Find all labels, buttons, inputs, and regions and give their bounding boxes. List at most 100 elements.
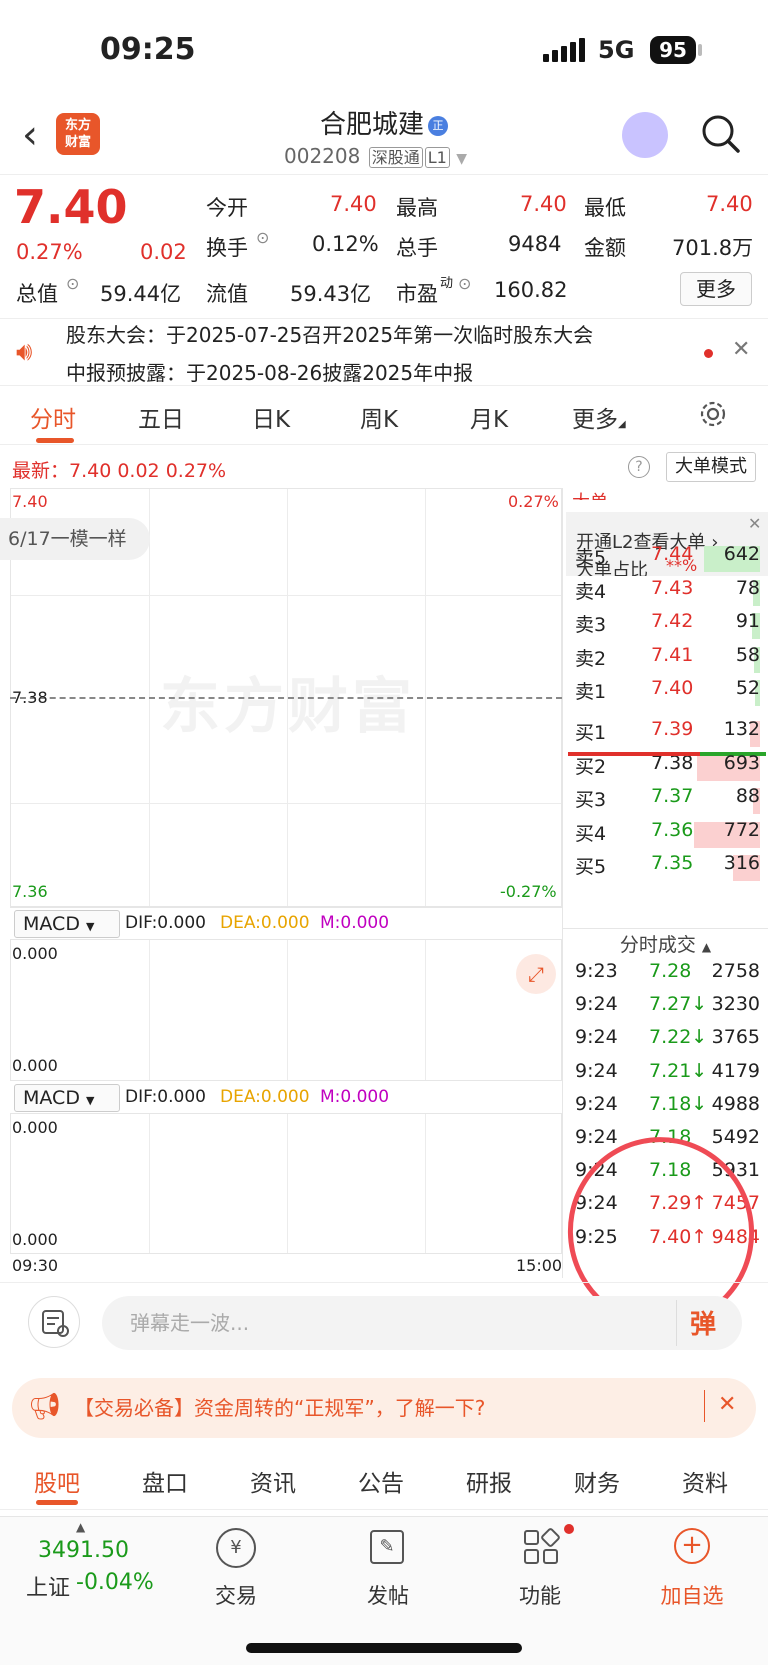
bid-price: 7.39 <box>651 718 694 740</box>
pe-label: 市盈 <box>396 282 438 306</box>
stock-name: 合肥城建 <box>319 110 424 140</box>
tab-intraday[interactable]: 分时 <box>30 400 76 434</box>
trade-time: 9:24 <box>575 993 618 1016</box>
tick-trades-header[interactable]: 分时成交 ▲ <box>563 930 768 957</box>
trade-time: 9:24 <box>575 1026 618 1049</box>
ask-price: 7.42 <box>651 610 694 632</box>
promo-banner[interactable]: 【交易必备】资金周转的“正规军”，了解一下? <box>12 1378 756 1438</box>
bid-price: 7.37 <box>651 785 694 807</box>
dropdown-icon: ▼ <box>456 151 467 167</box>
tab-news[interactable]: 资讯 <box>250 1464 296 1498</box>
macd2-top: 0.000 <box>12 1118 58 1137</box>
battery-icon: 95 <box>650 36 696 64</box>
tab-finance[interactable]: 财务 <box>574 1464 620 1498</box>
nav-function[interactable]: 功能 <box>490 1580 590 1610</box>
tab-more[interactable]: 更多◢ <box>572 400 626 434</box>
function-grid-icon[interactable] <box>522 1528 560 1566</box>
macd-panel-2[interactable] <box>10 1114 562 1254</box>
trade-price: 7.28 <box>649 960 692 982</box>
macd-label: MACD <box>23 913 80 935</box>
info-icon[interactable]: ⊙ <box>256 228 269 247</box>
nav-post[interactable]: 发帖 <box>338 1580 438 1610</box>
verified-badge: 正 <box>428 115 448 136</box>
turnover-label: 换手 <box>206 236 248 260</box>
macd1-top: 0.000 <box>12 944 58 963</box>
close-icon[interactable]: ✕ <box>718 1392 736 1417</box>
pe-value: 160.82 <box>494 278 568 302</box>
nav-add-watchlist[interactable]: 加自选 <box>642 1580 742 1610</box>
bid-volume: 88 <box>735 785 760 807</box>
trade-time: 9:24 <box>575 1059 618 1082</box>
ask-volume: 91 <box>735 610 760 632</box>
tab-research[interactable]: 研报 <box>466 1464 512 1498</box>
tick-trades-title: 分时成交 <box>619 934 696 956</box>
y-top-label: 7.40 <box>12 492 48 511</box>
change-pct: 0.27% <box>16 240 83 264</box>
megaphone-icon: 📢︎ <box>28 1392 62 1422</box>
amount-label: 金额 <box>584 236 626 260</box>
amount-value: 701.8万 <box>672 236 754 260</box>
info-icon[interactable]: ⊙ <box>66 274 79 293</box>
trade-time: 9:24 <box>575 1092 618 1115</box>
trade-row: 9:24 7.18↓ 4988 <box>563 1093 768 1126</box>
more-button[interactable]: 更多 <box>680 272 752 306</box>
ask-row: 卖4 7.43 78 <box>563 577 768 610</box>
trade-row: 9:24 7.22↓ 3765 <box>563 1026 768 1059</box>
tab-profile[interactable]: 资料 <box>682 1464 728 1498</box>
turnover-value: 0.12% <box>312 232 379 256</box>
trade-icon[interactable]: ¥ <box>216 1528 256 1568</box>
high-value: 7.40 <box>520 192 567 216</box>
search-icon[interactable] <box>700 113 742 155</box>
mcap-label: 总值 <box>16 282 58 306</box>
dif-value: DIF:0.000 <box>125 1087 206 1107</box>
assistant-robot-icon[interactable] <box>622 112 668 158</box>
tab-weekly-k[interactable]: 周K <box>360 400 398 434</box>
info-icon[interactable]: ⊙ <box>458 274 471 293</box>
bid-row: 买5 7.35 316 <box>563 852 768 885</box>
tab-announce[interactable]: 公告 <box>358 1464 404 1498</box>
ask-label: 卖1 <box>575 681 607 703</box>
pattern-tip[interactable]: 6/17一模一样 <box>0 518 150 560</box>
ask-row: 卖1 7.40 52 <box>563 677 768 710</box>
tab-five-day[interactable]: 五日 <box>138 400 184 434</box>
big-order-mode-button[interactable]: 大单模式 <box>666 452 756 482</box>
float-value: 59.43亿 <box>290 282 372 306</box>
comment-list-icon[interactable] <box>28 1296 80 1348</box>
danmaku-input[interactable]: 弹幕走一波... <box>102 1296 742 1350</box>
bid-price: 7.35 <box>651 852 694 874</box>
expand-icon[interactable]: ⤢ <box>516 954 556 994</box>
pct-top-label: 0.27% <box>508 492 559 511</box>
expand-up-icon[interactable]: ▲ <box>76 1520 85 1534</box>
gear-icon[interactable] <box>698 399 728 429</box>
ask-row: 卖5 7.44 642 <box>563 543 768 576</box>
time-end: 15:00 <box>516 1256 563 1275</box>
ask-volume: 642 <box>723 543 760 565</box>
macd-panel-1[interactable] <box>10 940 562 1080</box>
stock-code-row[interactable]: 002208 深股通 L1 ▼ <box>284 144 467 168</box>
index-name: 上证 <box>26 1576 71 1601</box>
tab-monthly-k[interactable]: 月K <box>470 400 508 434</box>
indicator-select[interactable]: MACD ▼ <box>14 910 120 938</box>
tab-guba[interactable]: 股吧 <box>34 1464 80 1498</box>
latest-quote: 最新：7.40 0.02 0.27% <box>12 460 227 482</box>
ask-volume: 52 <box>735 677 760 699</box>
macd-label: MACD <box>23 1087 80 1109</box>
index-value[interactable]: 3491.50 <box>38 1538 129 1563</box>
tab-pankou[interactable]: 盘口 <box>142 1464 188 1498</box>
post-icon[interactable]: ✎ <box>370 1530 404 1564</box>
ask-row: 卖3 7.42 91 <box>563 610 768 643</box>
close-icon[interactable]: ✕ <box>732 337 750 362</box>
tab-daily-k[interactable]: 日K <box>252 400 290 434</box>
danmaku-toggle-icon[interactable]: 弹 <box>690 1304 716 1341</box>
add-watchlist-icon[interactable]: + <box>674 1528 710 1564</box>
stock-code: 002208 <box>284 144 361 168</box>
help-icon[interactable]: ? <box>628 456 650 478</box>
trade-price: 7.22↓ <box>649 1026 708 1049</box>
nav-trade[interactable]: 交易 <box>186 1580 286 1610</box>
dif-value: DIF:0.000 <box>125 913 206 933</box>
volume-label: 总手 <box>396 236 438 260</box>
indicator-select[interactable]: MACD ▼ <box>14 1084 120 1112</box>
signal-icon <box>543 38 588 62</box>
notice-bar[interactable]: 🔊︎ 股东大会：于2025-07-25召开2025年第一次临时股东大会 中报预披… <box>0 318 768 386</box>
bid-volume: 316 <box>723 852 760 874</box>
